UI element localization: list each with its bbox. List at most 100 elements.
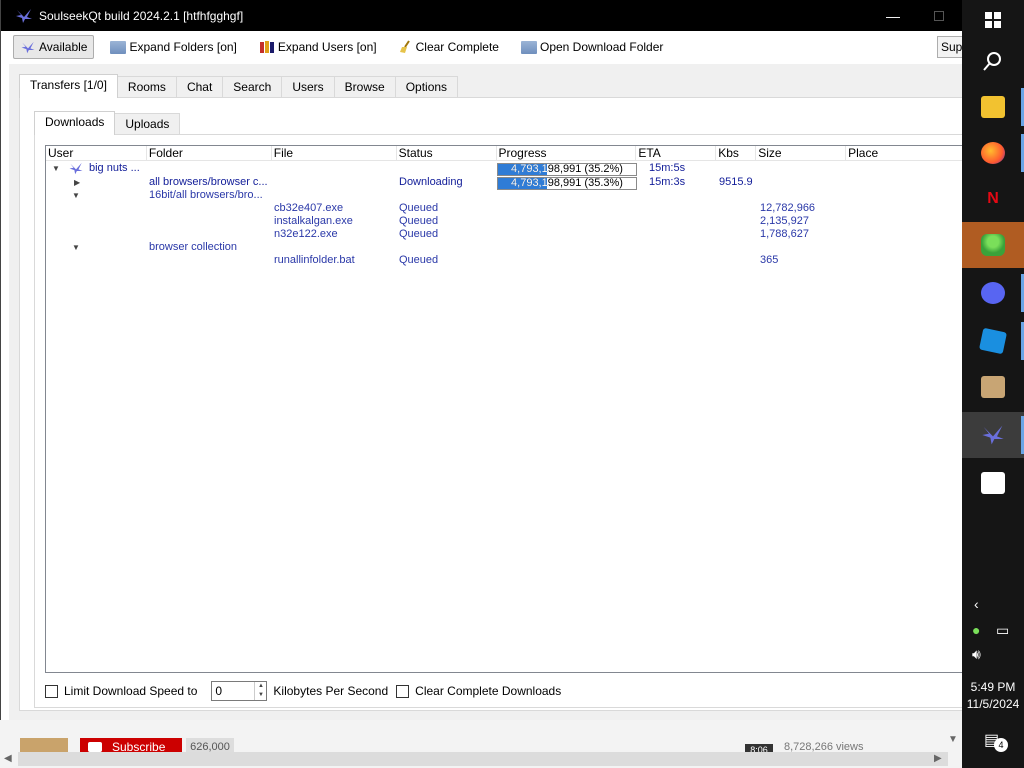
window-title: SoulseekQt build 2024.2.1 [htfhfgghgf] bbox=[39, 8, 244, 23]
downloads-tree[interactable]: User Folder File Status Progress ETA Kbs… bbox=[45, 145, 965, 673]
clear-complete-button[interactable]: Clear Complete bbox=[393, 35, 505, 59]
scroll-down-icon[interactable]: ▼ bbox=[948, 734, 958, 745]
status-value: Queued bbox=[399, 254, 439, 266]
collapse-arrow-icon[interactable]: ▼ bbox=[72, 189, 80, 202]
scroll-left-icon[interactable]: ◀ bbox=[4, 753, 12, 764]
taskbar-roblox-studio[interactable] bbox=[962, 318, 1024, 364]
column-header-file[interactable]: File bbox=[272, 146, 397, 160]
windows-logo-icon bbox=[985, 12, 1001, 28]
taskbar-search[interactable] bbox=[962, 38, 1024, 84]
show-hidden-icons-icon[interactable]: ‹ bbox=[974, 596, 979, 612]
tab-transfers[interactable]: Transfers [1/0] bbox=[19, 74, 118, 98]
file-name: runallinfolder.bat bbox=[274, 254, 355, 266]
eta-value: 15m:5s bbox=[649, 162, 686, 174]
expand-arrow-icon[interactable]: ▶ bbox=[74, 176, 80, 189]
folder-name: 16bit/all browsers/bro... bbox=[149, 189, 263, 201]
collapse-arrow-icon[interactable]: ▼ bbox=[72, 241, 80, 254]
start-button[interactable] bbox=[962, 0, 1024, 40]
taskbar-file-explorer[interactable] bbox=[962, 84, 1024, 130]
network-icon[interactable]: ▭ bbox=[996, 622, 1009, 639]
tab-users[interactable]: Users bbox=[281, 76, 335, 98]
size-value: 365 bbox=[760, 254, 779, 266]
table-row[interactable]: ▶ all browsers/browser c... Downloading … bbox=[46, 176, 965, 190]
clear-complete-downloads-label: Clear Complete Downloads bbox=[415, 684, 562, 698]
taskbar-soulseek[interactable] bbox=[962, 412, 1024, 458]
taskbar-discord[interactable] bbox=[962, 270, 1024, 316]
toolbar: Available Expand Folders [on] Expand Use… bbox=[1, 31, 962, 63]
table-row[interactable]: n32e122.exe Queued 1,788,627 bbox=[46, 228, 965, 241]
minimize-button[interactable]: — bbox=[870, 0, 916, 31]
roblox-studio-icon bbox=[978, 327, 1008, 355]
folder-icon bbox=[520, 40, 537, 54]
table-row[interactable]: cb32e407.exe Queued 12,782,966 bbox=[46, 202, 965, 215]
speed-value[interactable]: 0 bbox=[212, 682, 254, 700]
paw-icon bbox=[981, 472, 1005, 494]
tab-chat[interactable]: Chat bbox=[175, 76, 224, 98]
volume-icon[interactable]: 🔊︎ bbox=[972, 646, 981, 663]
column-header-folder[interactable]: Folder bbox=[147, 146, 272, 160]
spin-arrows-icon[interactable]: ▲ ▼ bbox=[254, 682, 266, 700]
soulseek-bird-icon bbox=[16, 8, 32, 23]
status-value: Queued bbox=[399, 202, 439, 214]
status-value: Queued bbox=[399, 228, 439, 240]
notifications-icon[interactable]: ▤ 4 bbox=[984, 730, 1008, 752]
folder-name: all browsers/browser c... bbox=[149, 176, 268, 188]
taskbar-netflix[interactable]: N bbox=[962, 176, 1024, 222]
netflix-icon: N bbox=[987, 190, 999, 207]
tray-user-icon[interactable]: ● bbox=[972, 622, 980, 638]
eta-value: 15m:3s bbox=[649, 176, 686, 188]
maximize-button[interactable] bbox=[916, 0, 962, 31]
taskbar-paw-app[interactable] bbox=[962, 460, 1024, 506]
tab-downloads[interactable]: Downloads bbox=[34, 111, 116, 135]
column-header-progress[interactable]: Progress bbox=[497, 146, 637, 160]
column-header-user[interactable]: User bbox=[46, 146, 147, 160]
column-header-place[interactable]: Place bbox=[846, 146, 965, 160]
progress-fill-text: 4,793,198,991 (35.2%) bbox=[511, 164, 547, 175]
taskbar-firefox[interactable] bbox=[962, 130, 1024, 176]
column-header-size[interactable]: Size bbox=[756, 146, 847, 160]
limit-speed-checkbox[interactable] bbox=[45, 684, 58, 698]
status-value: Queued bbox=[399, 215, 439, 227]
tab-uploads[interactable]: Uploads bbox=[114, 113, 181, 135]
tree-header: User Folder File Status Progress ETA Kbs… bbox=[46, 146, 965, 161]
tab-browse[interactable]: Browse bbox=[333, 76, 396, 98]
file-name: cb32e407.exe bbox=[274, 202, 344, 214]
status-value: Downloading bbox=[399, 176, 463, 188]
downloads-panel: User Folder File Status Progress ETA Kbs… bbox=[34, 134, 965, 708]
table-row[interactable]: ▼ 16bit/all browsers/bro... bbox=[46, 189, 965, 202]
size-value: 1,788,627 bbox=[760, 228, 809, 240]
table-row[interactable]: ▼ browser collection bbox=[46, 241, 965, 254]
scroll-right-icon[interactable]: ▶ bbox=[934, 753, 942, 764]
taskbar-users-app[interactable] bbox=[962, 222, 1024, 268]
taskbar-package[interactable] bbox=[962, 364, 1024, 410]
broom-icon bbox=[399, 40, 410, 53]
column-header-eta[interactable]: ETA bbox=[636, 146, 717, 160]
expand-folders-button[interactable]: Expand Folders [on] bbox=[104, 35, 242, 59]
speed-spinbox[interactable]: 0 ▲ ▼ bbox=[211, 681, 268, 701]
tab-rooms[interactable]: Rooms bbox=[116, 76, 177, 98]
soulseek-window: SoulseekQt build 2024.2.1 [htfhfgghgf] —… bbox=[0, 0, 967, 720]
open-download-folder-button[interactable]: Open Download Folder bbox=[515, 35, 669, 59]
expand-users-button[interactable]: Expand Users [on] bbox=[253, 35, 383, 59]
clock-date: 11/5/2024 bbox=[966, 697, 1020, 711]
table-row[interactable]: instalkalgan.exe Queued 2,135,927 bbox=[46, 215, 965, 228]
clear-complete-downloads-checkbox[interactable] bbox=[396, 684, 410, 698]
tab-options[interactable]: Options bbox=[394, 76, 459, 98]
collapse-arrow-icon[interactable]: ▼ bbox=[52, 162, 60, 175]
kbs-value: 9515.9 bbox=[719, 176, 753, 188]
status-button[interactable]: Available bbox=[13, 35, 95, 59]
clock-time: 5:49 PM bbox=[970, 680, 1016, 694]
main-panel: Transfers [1/0] Rooms Chat Search Users … bbox=[9, 64, 965, 720]
column-header-kbs[interactable]: Kbs bbox=[716, 146, 757, 160]
column-header-status[interactable]: Status bbox=[397, 146, 497, 160]
speed-unit-label: Kilobytes Per Second bbox=[273, 684, 389, 698]
tab-search[interactable]: Search bbox=[222, 76, 283, 98]
table-row[interactable]: ▼ big nuts ... 4,793,198,991 (35.2%) 4,7… bbox=[46, 162, 965, 176]
download-options-bar: Limit Download Speed to 0 ▲ ▼ Kilobytes P… bbox=[45, 681, 561, 701]
users-app-icon bbox=[981, 234, 1005, 256]
table-row[interactable]: runallinfolder.bat Queued 365 bbox=[46, 254, 965, 267]
clock[interactable]: 5:49 PM 11/5/2024 bbox=[962, 679, 1024, 713]
folder-name: browser collection bbox=[149, 241, 238, 253]
folder-icon bbox=[110, 40, 127, 54]
horizontal-scrollbar[interactable] bbox=[18, 752, 948, 766]
